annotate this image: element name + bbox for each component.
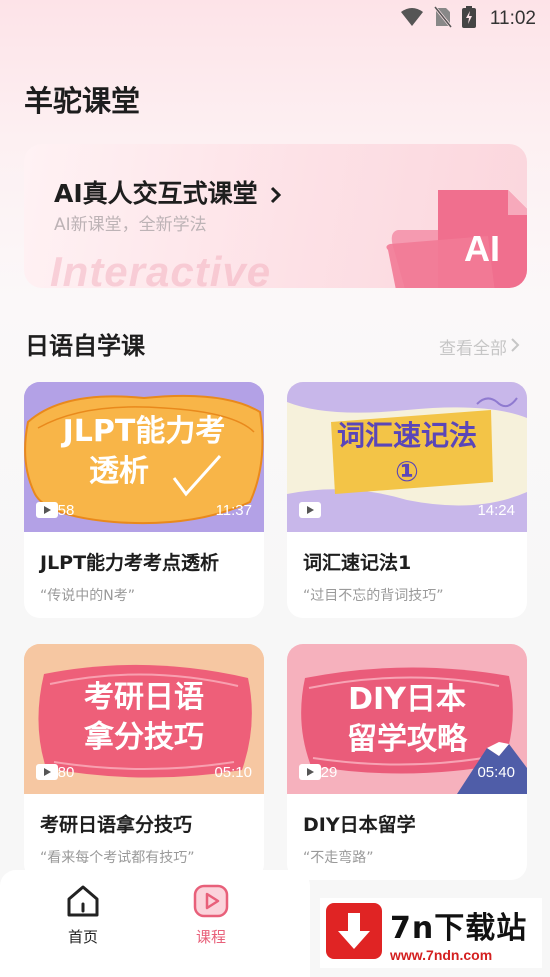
video-duration: 11:37 — [215, 502, 252, 519]
thumbnail-text-line-1: JLPT能力考 — [62, 414, 226, 449]
course-description: “看来每个考试都有技巧” — [40, 850, 195, 866]
page-title: 羊驼课堂 — [24, 84, 141, 118]
nav-label-home: 首页 — [67, 928, 98, 946]
ai-classroom-banner[interactable]: AI真人交互式课堂 AI新课堂，全新学法 Interactive AI — [24, 144, 527, 288]
nav-label-courses: 课程 — [195, 928, 226, 946]
course-card[interactable]: DIY日本 留学攻略 4329 05:40 DIY日本留学 “不走弯路” — [287, 644, 527, 880]
thumbnail-text-line-2: ① — [395, 455, 419, 488]
course-thumbnail: JLPT能力考 透析 6058 11:37 — [24, 382, 264, 532]
course-title: 考研日语拿分技巧 — [40, 814, 193, 836]
view-count: 3680 — [36, 764, 74, 781]
home-icon — [65, 884, 101, 922]
status-bar: 11:02 — [0, 0, 550, 38]
download-arrow-icon — [326, 903, 382, 963]
no-sim-icon — [432, 4, 454, 33]
thumbnail-text: JLPT能力考 透析 — [24, 412, 264, 492]
course-card[interactable]: 考研日语 拿分技巧 3680 05:10 考研日语拿分技巧 “看来每个考试都有技… — [24, 644, 264, 880]
thumbnail-text-line-1: 考研日语 — [84, 680, 204, 715]
banner-subtitle: AI新课堂，全新学法 — [54, 215, 207, 235]
video-duration: 05:40 — [477, 764, 515, 781]
thumbnail-text: 词汇速记法 ① — [287, 418, 527, 490]
thumbnail-text-line-1: DIY日本 — [348, 682, 466, 717]
watermark-name: 7n下载站 — [390, 911, 528, 946]
play-icon — [193, 884, 229, 922]
chevron-right-icon — [511, 337, 520, 357]
thumbnail-text-line-2: 透析 — [89, 454, 149, 489]
course-card[interactable]: 词汇速记法 ① 14:24 词汇速记法1 “过目不忘的背词技巧” — [287, 382, 527, 618]
course-thumbnail: 考研日语 拿分技巧 3680 05:10 — [24, 644, 264, 794]
bottom-navigation: 首页 课程 — [0, 870, 310, 977]
see-all-label: 查看全部 — [439, 339, 507, 359]
course-title: 词汇速记法1 — [303, 552, 412, 574]
nav-item-home[interactable]: 首页 — [43, 884, 123, 947]
course-description: “传说中的N考” — [40, 588, 135, 604]
course-card[interactable]: JLPT能力考 透析 6058 11:37 JLPT能力考考点透析 “传说中的N… — [24, 382, 264, 618]
course-description: “不走弯路” — [303, 850, 374, 866]
banner-title: AI真人交互式课堂 — [54, 174, 282, 210]
chevron-right-icon — [270, 181, 282, 210]
status-time: 11:02 — [489, 8, 536, 29]
course-description: “过目不忘的背词技巧” — [303, 588, 444, 604]
wifi-icon — [400, 7, 424, 32]
section-title: 日语自学课 — [25, 332, 145, 360]
course-title: JLPT能力考考点透析 — [40, 552, 220, 574]
see-all-link[interactable]: 查看全部 — [439, 334, 520, 359]
course-thumbnail: 词汇速记法 ① 14:24 — [287, 382, 527, 532]
watermark-url: www.7ndn.com — [390, 947, 493, 963]
view-count: 6058 — [36, 502, 74, 519]
ai-document-graphic: AI — [368, 190, 527, 288]
thumbnail-text: DIY日本 留学攻略 — [287, 680, 527, 760]
banner-title-text: AI真人交互式课堂 — [54, 179, 258, 208]
view-count: 4329 — [299, 764, 337, 781]
thumbnail-text-line-1: 词汇速记法 — [336, 419, 477, 452]
battery-charging-icon — [461, 5, 476, 33]
banner-background-text: Interactive — [50, 248, 272, 288]
thumbnail-text: 考研日语 拿分技巧 — [24, 678, 264, 758]
video-duration: 14:24 — [477, 502, 515, 519]
thumbnail-text-line-2: 留学攻略 — [347, 722, 467, 757]
course-title: DIY日本留学 — [303, 814, 416, 836]
video-duration: 05:10 — [214, 764, 252, 781]
thumbnail-text-line-2: 拿分技巧 — [84, 720, 204, 755]
site-watermark: 7n下载站 www.7ndn.com — [320, 898, 542, 968]
course-thumbnail: DIY日本 留学攻略 4329 05:40 — [287, 644, 527, 794]
nav-item-courses[interactable]: 课程 — [171, 884, 251, 947]
ai-graphic-label: AI — [464, 228, 500, 269]
